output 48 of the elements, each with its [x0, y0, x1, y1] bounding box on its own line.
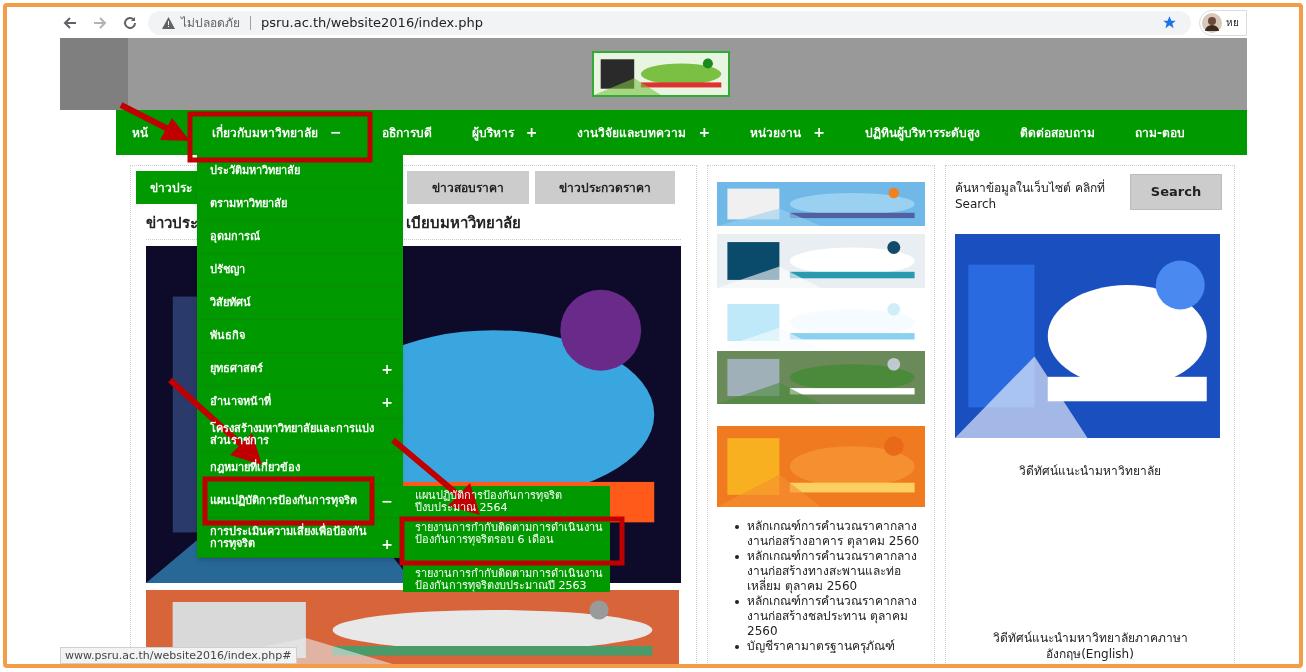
warning-icon: [162, 16, 175, 29]
header-side-panel: [60, 38, 128, 110]
menu-item[interactable]: ประวัติมหาวิทยาลัย: [197, 155, 403, 188]
search-hint: ค้นหาข้อมูลในเว็บไซต์ คลิกที่ Search: [955, 178, 1106, 212]
security-label: ไม่ปลอดภัย: [181, 14, 240, 32]
menu-item[interactable]: ยุทธศาสตร์ +: [197, 353, 403, 386]
status-bar: www.psru.ac.th/website2016/index.php#: [60, 647, 297, 664]
menu-item[interactable]: อำนาจหน้าที่ +: [197, 386, 403, 419]
search-button[interactable]: Search: [1130, 174, 1222, 210]
list-link[interactable]: หลักเกณฑ์การคำนวณราคากลางงานก่อสร้างชลประทาน ตุลาคม 2560: [747, 594, 925, 639]
nav-item[interactable]: เกี่ยวกับมหาวิทยาลัย −: [212, 122, 342, 143]
star-icon[interactable]: [1162, 15, 1177, 30]
tab[interactable]: ข่าวสอบราคา: [407, 171, 529, 204]
nav-item[interactable]: อธิการบดี: [381, 123, 432, 142]
menu-item[interactable]: ตรามหาวิทยาลัย: [197, 188, 403, 221]
nav-item[interactable]: ผู้บริหาร +: [471, 122, 538, 143]
list-link[interactable]: หลักเกณฑ์การคำนวณราคากลางงานก่อสร้างอาคาร ตุลาคม 2560: [747, 519, 925, 549]
nav-item[interactable]: งานวิจัยและบทความ +: [577, 122, 711, 143]
bullet-icon: [735, 525, 739, 529]
tab[interactable]: ข่าวประกวดราคา: [535, 171, 675, 204]
avatar-icon: [1202, 12, 1222, 33]
back-icon[interactable]: [62, 14, 78, 31]
profile-chip[interactable]: หย: [1199, 9, 1247, 36]
bullet-icon: [735, 600, 739, 604]
bullet-icon: [735, 645, 739, 649]
url-text: psru.ac.th/website2016/index.php: [261, 13, 483, 32]
menu-item[interactable]: การประเมินความเสี่ยงเพื่อป้องกันการทุจริต +: [197, 518, 403, 558]
nav-item[interactable]: หน้: [132, 123, 148, 142]
submenu-item[interactable]: รายงานการกำกับติดตามการดำเนินงานป้องกันการทุจริตงบประมาณปี 2563: [403, 550, 610, 592]
news-heading: ข่าวประ: [146, 213, 199, 234]
nav-item[interactable]: ปฏิทินผู้บริหารระดับสูง: [864, 123, 980, 142]
news-heading: เบียบมหาวิทยาลัย: [406, 213, 521, 234]
menu-item[interactable]: วิสัยทัศน์: [197, 287, 403, 320]
address-bar[interactable]: ไม่ปลอดภัย psru.ac.th/website2016/index.php: [148, 10, 1191, 35]
annotation-arrow: [119, 102, 190, 141]
submenu-item[interactable]: รายงานการกำกับติดตามการดำเนินงานป้องกันการทุจริตรอบ 6 เดือน: [403, 518, 610, 550]
video-caption: วิดีทัศน์แนะนำมหาวิทยาลัยภาคภาษาอังกฤษ(English): [991, 630, 1189, 662]
nav-item[interactable]: ติดต่อสอบถาม: [1019, 123, 1095, 142]
list-link[interactable]: หลักเกณฑ์การคำนวณราคากลางงานก่อสร้างทางสะพานและท่อเหลี่ยม ตุลาคม 2560: [747, 549, 925, 594]
list-link[interactable]: บัญชีราคามาตรฐานครุภัณฑ์: [747, 639, 895, 654]
nav-item[interactable]: หน่วยงาน +: [750, 122, 825, 143]
bullet-icon: [735, 555, 739, 559]
reload-icon[interactable]: [122, 14, 138, 31]
menu-item[interactable]: อุดมการณ์: [197, 221, 403, 254]
video-caption: วิดีทัศน์แนะนำมหาวิทยาลัย: [1018, 463, 1162, 480]
menu-item[interactable]: พันธกิจ: [197, 320, 403, 353]
nav-item[interactable]: ถาม-ตอบ: [1134, 123, 1185, 142]
menu-item[interactable]: ปรัชญา: [197, 254, 403, 287]
